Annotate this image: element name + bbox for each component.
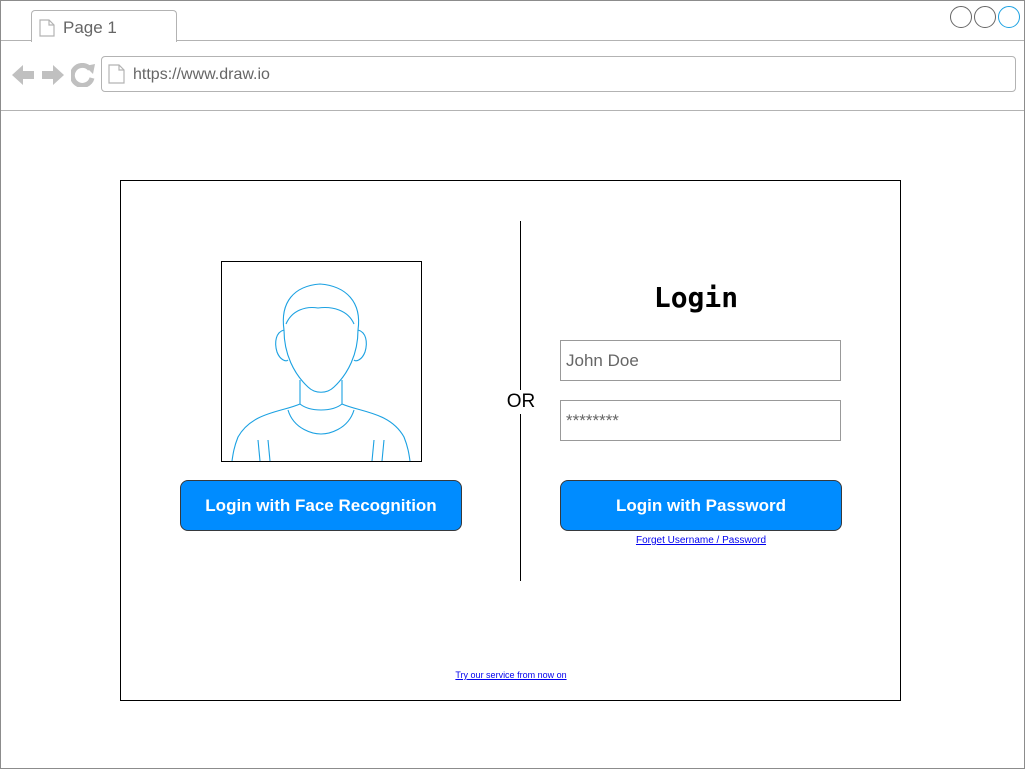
url-bar[interactable]: https://www.draw.io <box>101 56 1016 92</box>
password-login-button[interactable]: Login with Password <box>560 480 842 531</box>
address-bar-row: https://www.draw.io <box>1 42 1024 111</box>
arrow-right-icon[interactable] <box>41 63 65 87</box>
username-field[interactable]: John Doe <box>560 340 841 381</box>
page-icon <box>39 19 55 37</box>
arrow-left-icon[interactable] <box>11 63 35 87</box>
minimize-button[interactable] <box>950 6 972 28</box>
forgot-credentials-link[interactable]: Forget Username / Password <box>560 535 842 546</box>
tab-label: Page 1 <box>63 18 117 37</box>
avatar-frame <box>221 261 422 462</box>
face-recognition-login-button[interactable]: Login with Face Recognition <box>180 480 462 531</box>
close-button[interactable] <box>998 6 1020 28</box>
login-panel: Login with Face Recognition OR Login Joh… <box>120 180 901 701</box>
reload-icon[interactable] <box>71 63 95 87</box>
tab-page-1[interactable]: Page 1 <box>31 10 177 42</box>
password-field[interactable]: ******** <box>560 400 841 441</box>
url-text: https://www.draw.io <box>133 66 270 83</box>
login-title: Login <box>653 281 739 314</box>
page-icon <box>108 64 125 84</box>
or-separator: OR <box>501 390 541 414</box>
tab-strip: Page 1 <box>1 1 1024 42</box>
window-controls <box>950 6 1020 28</box>
maximize-button[interactable] <box>974 6 996 28</box>
user-avatar-icon <box>231 283 411 461</box>
try-service-link[interactable]: Try our service from now on <box>411 670 611 680</box>
